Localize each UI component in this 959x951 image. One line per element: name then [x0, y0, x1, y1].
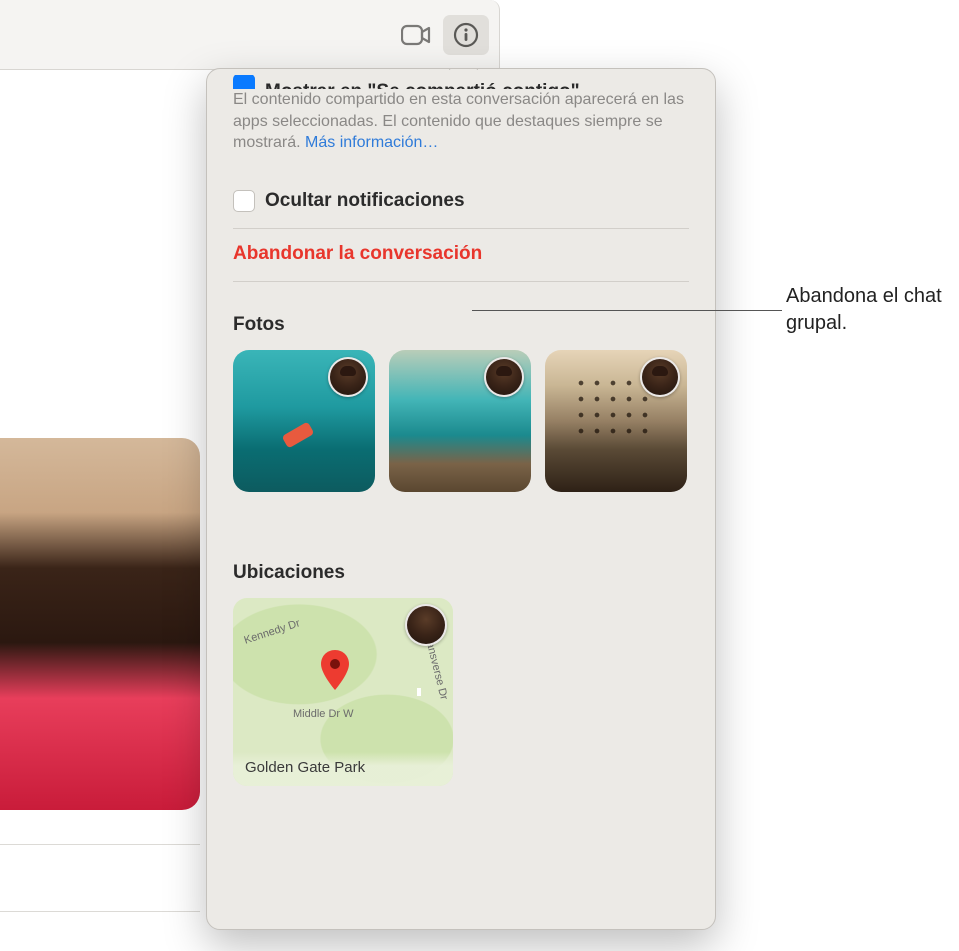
locations-section-title: Ubicaciones [233, 562, 689, 584]
details-popover: Mostrar en "Se compartió contigo" El con… [206, 68, 716, 930]
video-icon [401, 24, 431, 46]
shared-photo-thumb[interactable] [233, 350, 375, 492]
conversation-toolbar [0, 0, 500, 70]
hide-notifications-row[interactable]: Ocultar notificaciones [233, 182, 689, 229]
shared-location-thumb[interactable]: Kennedy Dr Middle Dr W Transverse Dr Gol… [233, 598, 453, 786]
leave-conversation-label: Abandonar la conversación [233, 243, 482, 264]
hide-notifications-label: Ocultar notificaciones [265, 190, 465, 212]
conversation-background [0, 70, 200, 770]
shared-with-you-row[interactable]: Mostrar en "Se compartió contigo" [233, 75, 689, 89]
info-button[interactable] [443, 15, 489, 55]
hide-notifications-checkbox[interactable] [233, 190, 255, 212]
avatar-icon [484, 357, 524, 397]
facetime-button[interactable] [393, 15, 439, 55]
shared-photo-thumb[interactable] [545, 350, 687, 492]
info-icon [453, 22, 479, 48]
map-road-label: Middle Dr W [293, 708, 354, 720]
leave-conversation-row[interactable]: Abandonar la conversación [233, 229, 689, 282]
conversation-photo-preview [0, 438, 200, 810]
shared-photo-thumb[interactable] [389, 350, 531, 492]
callout-text: Abandona el chat grupal. [786, 283, 946, 337]
photos-section-title: Fotos [233, 314, 689, 336]
avatar-icon [405, 604, 447, 646]
shared-checkbox-icon [233, 75, 255, 89]
photos-grid [233, 350, 689, 492]
avatar-icon [328, 357, 368, 397]
shared-heading-label: Mostrar en "Se compartió contigo" [265, 81, 580, 89]
map-pin-icon [321, 650, 349, 690]
shared-help-text: El contenido compartido en esta conversa… [233, 89, 689, 182]
learn-more-link[interactable]: Más información… [305, 134, 438, 151]
callout-leader-line [472, 310, 782, 311]
avatar-icon [640, 357, 680, 397]
location-name-label: Golden Gate Park [233, 752, 453, 786]
